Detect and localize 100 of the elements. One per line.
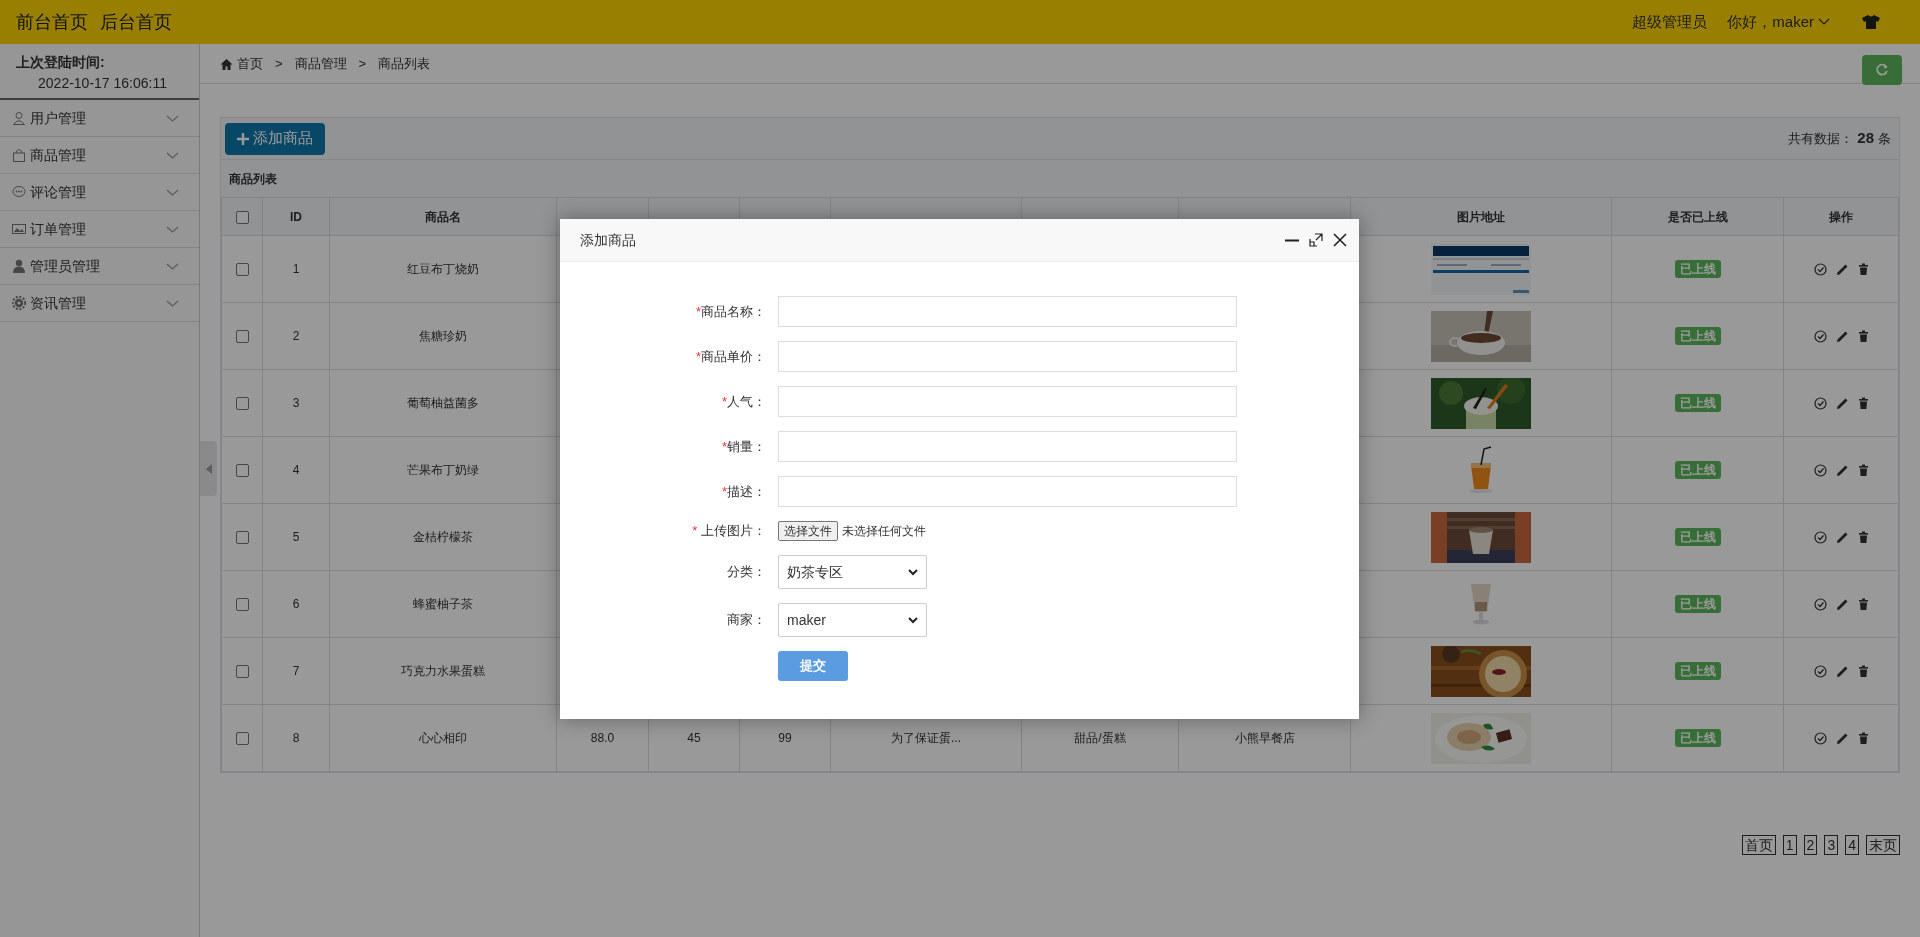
sidebar-item[interactable]: 用户管理 (0, 100, 199, 137)
select-field[interactable]: 奶茶专区 (778, 555, 927, 589)
check-circle-icon[interactable] (1813, 329, 1827, 343)
pagination-link[interactable]: 首页 (1741, 835, 1776, 855)
nav-link[interactable]: 后台首页 (100, 8, 172, 36)
checkbox[interactable] (235, 263, 249, 277)
check-circle-icon[interactable] (1813, 664, 1827, 678)
sidebar-item[interactable]: 商品管理 (0, 137, 199, 174)
choose-file-button[interactable]: 选择文件 (778, 521, 838, 541)
table-cell: 为了保证蛋... (891, 731, 961, 745)
dialog-title: 添加商品 (580, 230, 636, 250)
total-count: 28 (1857, 128, 1874, 149)
checkbox[interactable] (235, 210, 249, 224)
table-cell: 芒果布丁奶绿 (407, 463, 479, 477)
pagination-link[interactable]: 3 (1824, 835, 1839, 855)
table-cell: 葡萄柚益菌多 (407, 396, 479, 410)
caret-icon (908, 568, 918, 576)
checkbox[interactable] (235, 598, 249, 612)
user-menu[interactable]: 你好，maker (1727, 10, 1830, 34)
check-circle-icon[interactable] (1813, 262, 1827, 276)
input-field[interactable] (778, 296, 1237, 327)
checkbox[interactable] (235, 464, 249, 478)
nav-link[interactable]: 前台首页 (16, 8, 88, 36)
checkbox[interactable] (235, 330, 249, 344)
pagination-link[interactable]: 1 (1782, 835, 1797, 855)
table-cell: 88.0 (590, 731, 615, 745)
trash-icon[interactable] (1857, 597, 1869, 611)
gear-icon (12, 296, 26, 310)
pencil-icon[interactable] (1835, 731, 1849, 745)
input-field[interactable] (778, 341, 1237, 372)
field-label: 分类： (726, 563, 766, 582)
last-login-time: 2022-10-17 16:06:11 (38, 74, 168, 93)
breadcrumb-link[interactable]: 商品列表 (378, 53, 431, 74)
table-cell: 6 (292, 597, 300, 611)
breadcrumb-separator: > (358, 54, 367, 73)
pencil-icon[interactable] (1835, 396, 1849, 410)
caret-icon (908, 616, 918, 624)
chevron-icon (1818, 18, 1830, 26)
maximize-icon[interactable] (1309, 233, 1323, 247)
table-cell: 5 (292, 530, 300, 544)
sidebar-item[interactable]: 管理员管理 (0, 248, 199, 285)
pencil-icon[interactable] (1835, 463, 1849, 477)
table-cell: 4 (292, 463, 300, 477)
trash-icon[interactable] (1857, 396, 1869, 410)
table-title: 商品列表 (229, 170, 277, 188)
checkbox[interactable] (235, 732, 249, 746)
home-icon (220, 57, 233, 70)
table-cell: 巧克力水果蛋糕 (401, 664, 485, 678)
image-icon (12, 222, 26, 236)
table-cell: 8 (292, 731, 300, 745)
pagination-link[interactable]: 4 (1845, 835, 1859, 855)
input-field[interactable] (778, 476, 1237, 507)
breadcrumb-link[interactable]: 首页 (220, 53, 263, 74)
field-label: *人气： (720, 392, 766, 411)
plus-icon (237, 132, 249, 145)
input-field[interactable] (778, 431, 1237, 462)
breadcrumb-link[interactable]: 商品管理 (294, 53, 347, 74)
check-circle-icon[interactable] (1813, 463, 1827, 477)
user-icon (12, 111, 26, 125)
status-badge: 已上线 (1674, 461, 1721, 479)
select-field[interactable]: maker (778, 603, 927, 637)
add-product-button[interactable]: 添加商品 (225, 122, 325, 155)
status-badge: 已上线 (1674, 729, 1721, 747)
person-icon (12, 259, 26, 273)
table-cell: 金桔柠檬茶 (413, 530, 473, 544)
check-circle-icon[interactable] (1813, 731, 1827, 745)
trash-icon[interactable] (1857, 463, 1869, 477)
trash-icon[interactable] (1857, 329, 1869, 343)
pencil-icon[interactable] (1835, 597, 1849, 611)
pencil-icon[interactable] (1835, 329, 1849, 343)
sidebar-item[interactable]: 资讯管理 (0, 285, 199, 322)
field-label: *商品名称： (694, 302, 766, 321)
pencil-icon[interactable] (1835, 262, 1849, 276)
trash-icon[interactable] (1857, 262, 1869, 276)
pencil-icon[interactable] (1835, 530, 1849, 544)
sidebar-collapse-handle[interactable] (200, 441, 217, 496)
field-label: *商品单价： (694, 347, 766, 366)
sidebar-item[interactable]: 评论管理 (0, 174, 199, 211)
pagination-link[interactable]: 末页 (1866, 835, 1900, 855)
trash-icon[interactable] (1857, 530, 1869, 544)
field-label: *描述： (720, 482, 766, 501)
pagination-link[interactable]: 2 (1803, 835, 1818, 855)
table-cell: 3 (292, 396, 300, 410)
status-badge: 已上线 (1674, 327, 1721, 345)
shirt-icon[interactable] (1862, 15, 1880, 29)
check-circle-icon[interactable] (1813, 396, 1827, 410)
status-badge: 已上线 (1674, 662, 1721, 680)
close-icon[interactable] (1333, 233, 1347, 247)
input-field[interactable] (778, 386, 1237, 417)
trash-icon[interactable] (1857, 731, 1869, 745)
user-role: 超级管理员 (1632, 11, 1708, 32)
field-label: *销量： (720, 437, 766, 456)
checkbox[interactable] (235, 531, 249, 545)
sidebar-item[interactable]: 订单管理 (0, 211, 199, 248)
check-circle-icon[interactable] (1813, 597, 1827, 611)
checkbox[interactable] (235, 665, 249, 679)
checkbox[interactable] (235, 397, 249, 411)
check-circle-icon[interactable] (1813, 530, 1827, 544)
pencil-icon[interactable] (1835, 664, 1849, 678)
trash-icon[interactable] (1857, 664, 1869, 678)
